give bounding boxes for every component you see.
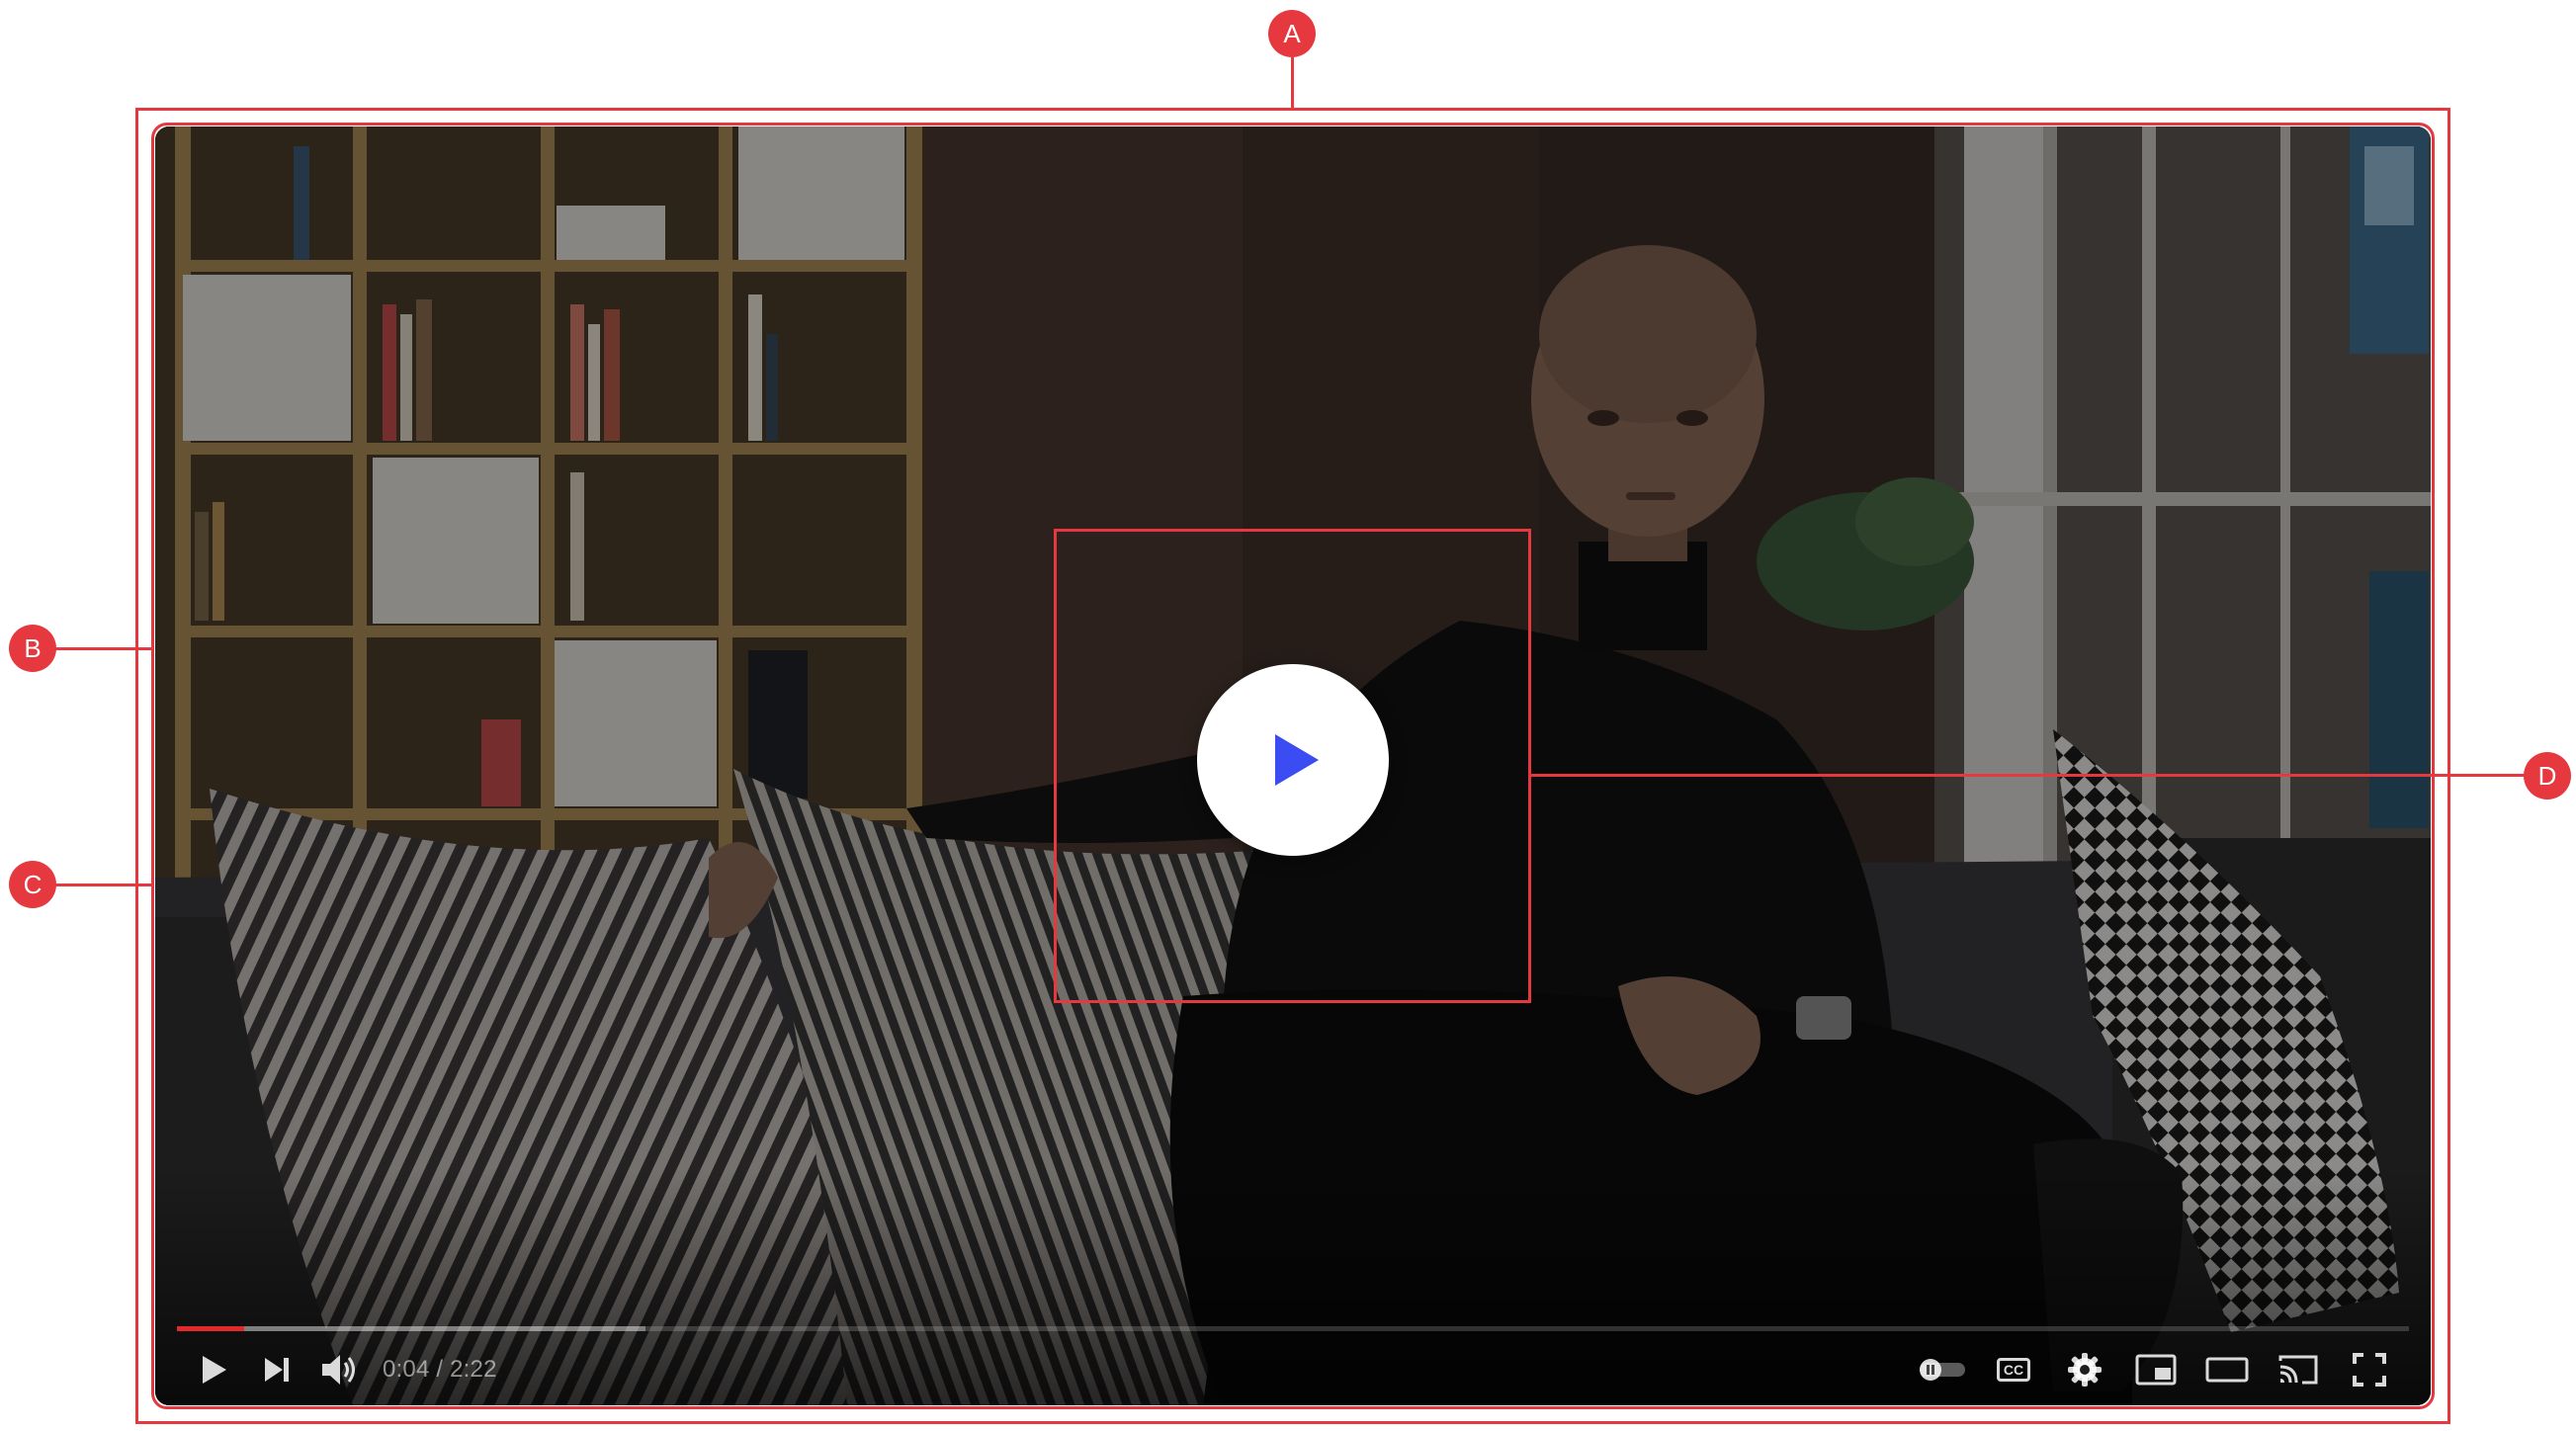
annotation-marker-b: B — [9, 625, 56, 672]
annotation-leader-a — [1291, 57, 1294, 109]
annotation-leader-d — [1531, 774, 2528, 777]
annotation-leader-b — [54, 647, 153, 650]
annotation-marker-c: C — [9, 861, 56, 908]
annotation-box-d — [1054, 529, 1531, 1003]
annotation-marker-d: D — [2524, 752, 2571, 800]
annotation-leader-c — [54, 884, 153, 886]
annotation-marker-a: A — [1268, 10, 1316, 57]
